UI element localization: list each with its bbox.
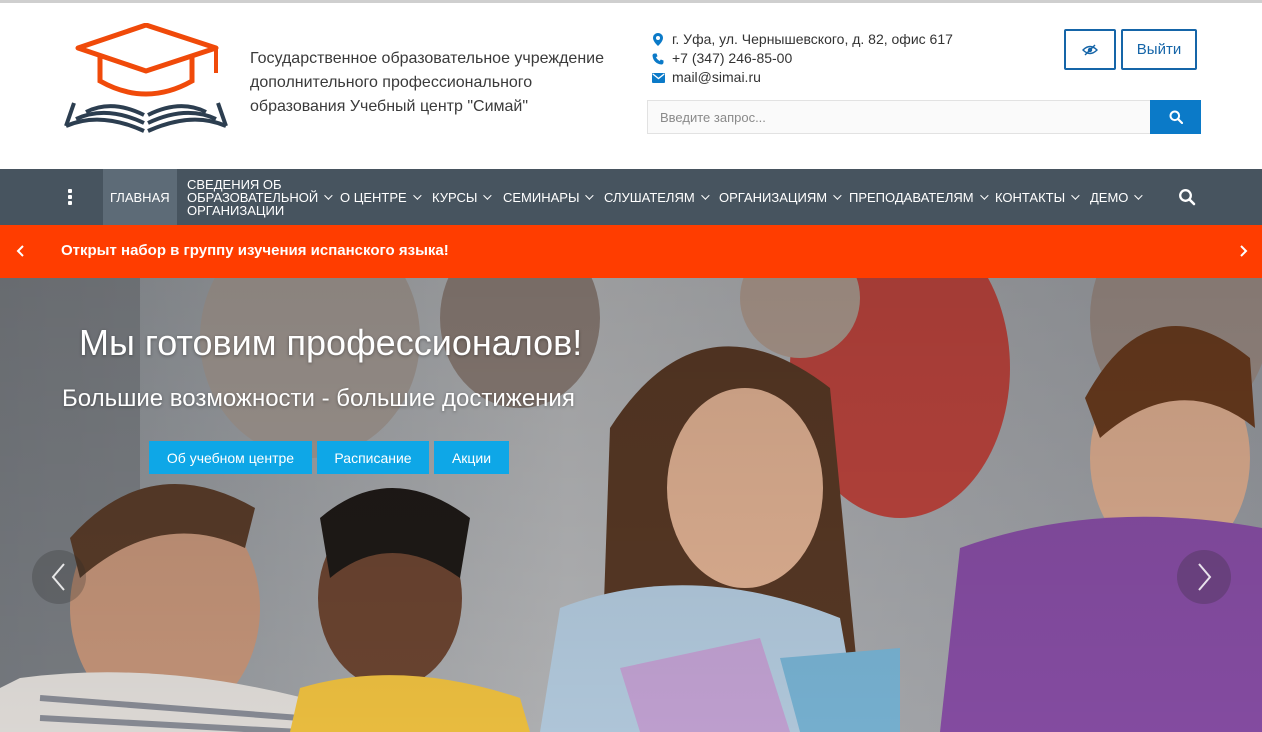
contact-info: г. Уфа, ул. Чернышевского, д. 82, офис 6… [651,30,953,87]
nav-item-students[interactable]: СЛУШАТЕЛЯМ [604,169,710,225]
chevron-down-icon [483,191,493,200]
nav-label-line-2-wrap: ОБРАЗОВАТЕЛЬНОЙ [187,189,333,205]
chevron-right-icon [1198,563,1212,591]
chevron-left-icon [51,563,65,591]
chevron-down-icon [585,191,595,200]
nav-item-organizations[interactable]: ОРГАНИЗАЦИЯМ [719,169,842,225]
chevron-left-icon[interactable] [13,243,29,259]
about-center-button[interactable]: Об учебном центре [149,441,312,474]
logout-button[interactable]: Выйти [1121,29,1197,70]
chevron-right-icon[interactable] [1235,243,1251,259]
nav-item-label: ГЛАВНАЯ [110,189,170,205]
chevron-down-icon [700,191,710,200]
search-icon [1169,110,1183,124]
chevron-down-icon [324,191,333,200]
nav-item-label: ПРЕПОДАВАТЕЛЯМ [849,189,974,205]
search-button[interactable] [1150,100,1201,134]
nav-item-about[interactable]: О ЦЕНТРЕ [340,169,422,225]
org-name-line-1: Государственное образовательное учрежден… [250,50,604,67]
chevron-down-icon [1071,191,1080,200]
hero-subtitle: Большие возможности - большие достижения [62,385,575,412]
schedule-button[interactable]: Расписание [317,441,429,474]
phone-text[interactable]: +7 (347) 246-85-00 [672,49,792,68]
nav-item-courses[interactable]: КУРСЫ [432,169,493,225]
search-input[interactable] [647,100,1151,134]
phone-row: +7 (347) 246-85-00 [651,49,953,68]
kebab-menu-icon[interactable] [62,187,78,207]
nav-label-line-2: ОБРАЗОВАТЕЛЬНОЙ [187,189,319,205]
nav-item-org-info[interactable]: СВЕДЕНИЯ ОБ ОБРАЗОВАТЕЛЬНОЙ ОРГАНИЗАЦИИ [187,169,333,225]
nav-item-label: ОРГАНИЗАЦИЯМ [719,189,828,205]
nav-item-label: СВЕДЕНИЯ ОБ ОБРАЗОВАТЕЛЬНОЙ ОРГАНИЗАЦИИ [187,176,333,218]
chevron-down-icon [1134,191,1144,200]
announcement-text[interactable]: Открыт набор в группу изучения испанског… [61,242,449,259]
chevron-down-icon [833,191,842,200]
slider-next-button[interactable] [1177,550,1231,604]
nav-item-label: СЛУШАТЕЛЯМ [604,189,695,205]
map-marker-icon [651,33,665,47]
nav-label-line-1: СВЕДЕНИЯ ОБ [187,176,282,192]
email-row: mail@simai.ru [651,68,953,87]
envelope-icon [651,71,665,85]
search-icon[interactable] [1178,188,1196,206]
logo[interactable] [60,23,232,139]
nav-item-contacts[interactable]: КОНТАКТЫ [995,169,1080,225]
slider-prev-button[interactable] [32,550,86,604]
nav-item-label: КОНТАКТЫ [995,189,1066,205]
chevron-down-icon [412,191,422,200]
nav-item-label: СЕМИНАРЫ [503,189,580,205]
nav-item-seminars[interactable]: СЕМИНАРЫ [503,169,595,225]
nav-item-home[interactable]: ГЛАВНАЯ [103,169,177,225]
phone-icon [651,52,665,66]
nav-item-demo[interactable]: ДЕМО [1090,169,1144,225]
site-header: Государственное образовательное учрежден… [0,3,1262,169]
promotions-button[interactable]: Акции [434,441,509,474]
main-navigation: ГЛАВНАЯ СВЕДЕНИЯ ОБ ОБРАЗОВАТЕЛЬНОЙ ОРГА… [0,169,1262,225]
nav-item-label: КУРСЫ [432,189,478,205]
address-text: г. Уфа, ул. Чернышевского, д. 82, офис 6… [672,31,953,47]
nav-item-label: ДЕМО [1090,189,1129,205]
org-name-line-3: образования Учебный центр "Симай" [250,98,529,115]
nav-label-line-3: ОРГАНИЗАЦИИ [187,202,285,218]
hero-slider: Мы готовим профессионалов! Большие возмо… [0,278,1262,732]
hero-title: Мы готовим профессионалов! [79,322,583,363]
address-row: г. Уфа, ул. Чернышевского, д. 82, офис 6… [651,30,953,49]
nav-item-label: О ЦЕНТРЕ [340,189,407,205]
accessibility-toggle-button[interactable] [1064,29,1116,70]
announcement-ticker: Открыт набор в группу изучения испанског… [0,225,1262,278]
organization-name: Государственное образовательное учрежден… [250,47,620,119]
eye-slash-icon [1082,44,1098,55]
chevron-down-icon [979,191,989,200]
email-link[interactable]: mail@simai.ru [672,68,761,87]
org-name-line-2: дополнительного профессионального [250,74,533,91]
nav-item-teachers[interactable]: ПРЕПОДАВАТЕЛЯМ [849,169,989,225]
